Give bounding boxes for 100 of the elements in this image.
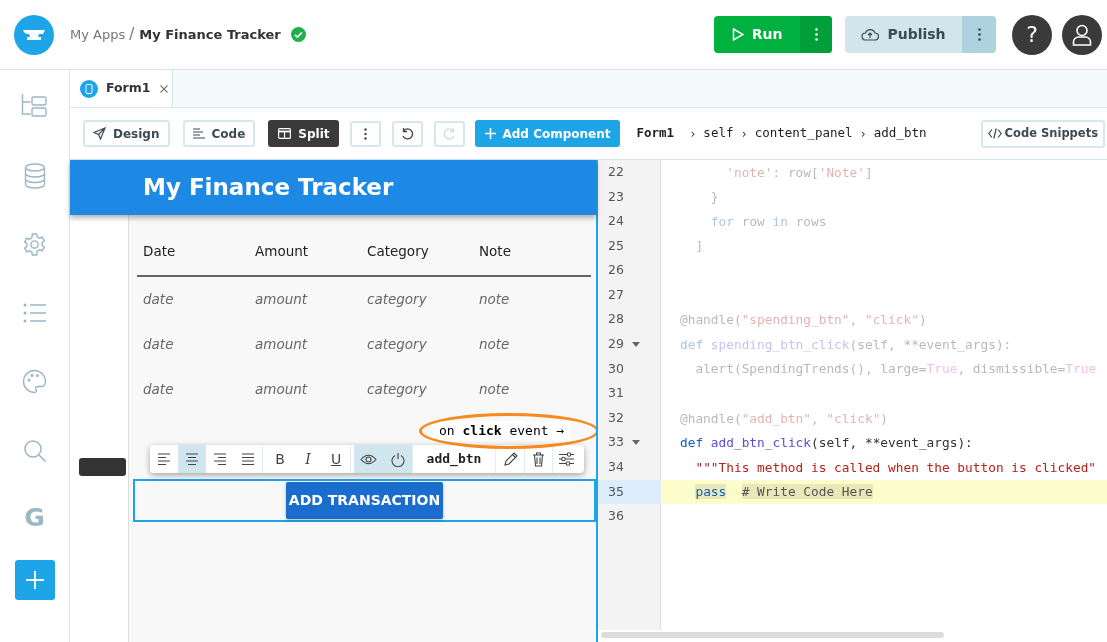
component-path-link[interactable]: Form1	[636, 124, 675, 143]
eye-icon	[360, 453, 377, 465]
code-icon	[987, 128, 1002, 139]
code-snippets-button[interactable]: Code Snippets	[980, 119, 1105, 148]
close-icon[interactable]	[159, 84, 168, 93]
breadcrumb-separator: /	[129, 24, 135, 46]
table-cell-text: amount	[255, 290, 309, 310]
fold-arrow-icon[interactable]	[631, 341, 640, 347]
list-icon[interactable]	[22, 303, 47, 323]
add-transaction-button[interactable]: ADD TRANSACTION	[286, 482, 443, 519]
code-line: alert(SpendingTrends(), large=True, dismissible=True	[694, 360, 1097, 379]
line-number: 29	[608, 335, 624, 354]
align-left-icon	[157, 452, 171, 466]
visibility-toggle[interactable]	[354, 445, 383, 473]
pencil-icon	[502, 451, 518, 467]
undo-button[interactable]	[392, 120, 424, 147]
account-button[interactable]	[1062, 14, 1102, 55]
horizontal-scrollbar[interactable]	[601, 632, 944, 638]
click-event-link[interactable]: on click event →	[433, 421, 571, 441]
plus-icon	[485, 128, 497, 139]
code-line: """This method is called when the button is clicked"	[694, 458, 1097, 477]
code-line: @handle("spending_btn", "click")	[679, 311, 927, 330]
table-cell-text: category	[367, 380, 428, 400]
align-center-button[interactable]	[178, 445, 206, 473]
table-cell-text: amount	[255, 380, 309, 400]
code-line: pass # Write Code Here	[694, 483, 873, 502]
code-line: @handle("add_btn", "click")	[679, 409, 889, 428]
form-file-icon	[80, 79, 98, 98]
kebab-icon	[814, 28, 818, 41]
line-number: 23	[608, 187, 624, 206]
breadcrumb-link[interactable]: My Apps	[70, 24, 126, 45]
search-icon[interactable]	[22, 439, 47, 463]
form-header: My Finance Tracker	[70, 160, 596, 215]
path-separator: ›	[859, 125, 867, 143]
view-mode-tab[interactable]: Split	[268, 120, 340, 147]
line-number: 35	[608, 482, 624, 501]
line-number: 26	[608, 261, 624, 280]
folder-tree-icon[interactable]	[21, 93, 48, 117]
path-separator: ›	[740, 125, 748, 143]
column-header: Date	[143, 241, 177, 261]
publish-button[interactable]: Publish	[845, 16, 962, 53]
table-cell-text: note	[479, 380, 511, 400]
columns-icon	[278, 128, 292, 139]
app-name: My Finance Tracker	[139, 25, 281, 44]
align-justify-icon	[241, 452, 255, 466]
line-number: 24	[608, 212, 624, 231]
table-cell-text: date	[143, 380, 175, 400]
help-button[interactable]: ?	[1012, 14, 1052, 55]
add-button[interactable]	[14, 560, 55, 600]
code-line: ]	[694, 237, 704, 256]
component-path-link[interactable]: self	[703, 124, 734, 143]
cloud-upload-icon	[861, 28, 880, 41]
align-center-icon	[185, 452, 199, 466]
line-number: 33	[608, 433, 624, 452]
view-mode-tab[interactable]: Design	[83, 120, 170, 147]
tab-label: Form1	[106, 79, 151, 98]
align-justify-button[interactable]	[234, 445, 262, 473]
kebab-icon	[977, 28, 981, 41]
enabled-toggle[interactable]	[383, 445, 412, 473]
code-line: }	[709, 188, 719, 207]
line-number: 28	[608, 310, 624, 329]
component-path-link[interactable]: add_btn	[873, 124, 927, 143]
database-icon[interactable]	[23, 163, 46, 189]
line-number: 27	[608, 285, 624, 304]
code-line: for row in rows	[709, 212, 827, 231]
align-left-button[interactable]	[150, 445, 178, 473]
power-icon	[390, 451, 405, 467]
component-path-link[interactable]: content_panel	[754, 124, 853, 143]
code-line: def add_btn_click(self, **event_args):	[679, 434, 973, 453]
redo-icon	[443, 127, 457, 140]
fold-arrow-icon[interactable]	[631, 440, 640, 446]
bold-button[interactable]: B	[266, 445, 294, 473]
play-icon	[731, 28, 744, 41]
italic-button[interactable]: I	[294, 445, 322, 473]
undo-icon	[401, 127, 415, 140]
line-number: 22	[608, 162, 624, 181]
table-cell-text: amount	[255, 335, 309, 355]
code-line: def spending_btn_click(self, **event_args):	[679, 335, 1012, 354]
table-cell-text: note	[479, 290, 511, 310]
palette-icon[interactable]	[22, 369, 47, 394]
column-header: Amount	[255, 241, 310, 261]
column-header: Category	[367, 241, 430, 261]
line-number: 31	[608, 384, 624, 403]
line-number: 34	[608, 458, 624, 477]
publish-menu-button[interactable]	[962, 16, 996, 53]
kebab-icon	[364, 127, 368, 140]
table-cell-text: category	[367, 290, 428, 310]
anvil-logo-icon[interactable]	[14, 14, 54, 55]
user-icon	[1072, 23, 1092, 46]
line-number: 30	[608, 359, 624, 378]
view-mode-tab[interactable]: Code	[182, 120, 256, 147]
paper-plane-icon	[93, 127, 106, 140]
settings-icon[interactable]	[22, 232, 47, 257]
line-number: 25	[608, 236, 624, 255]
column-header: Note	[479, 241, 512, 261]
underline-button[interactable]: U	[322, 445, 350, 473]
button-container[interactable]: ADD TRANSACTION	[133, 479, 596, 522]
form-tab[interactable]: Form1	[70, 70, 173, 107]
line-number: 36	[608, 507, 624, 526]
sliders-icon	[559, 452, 574, 466]
